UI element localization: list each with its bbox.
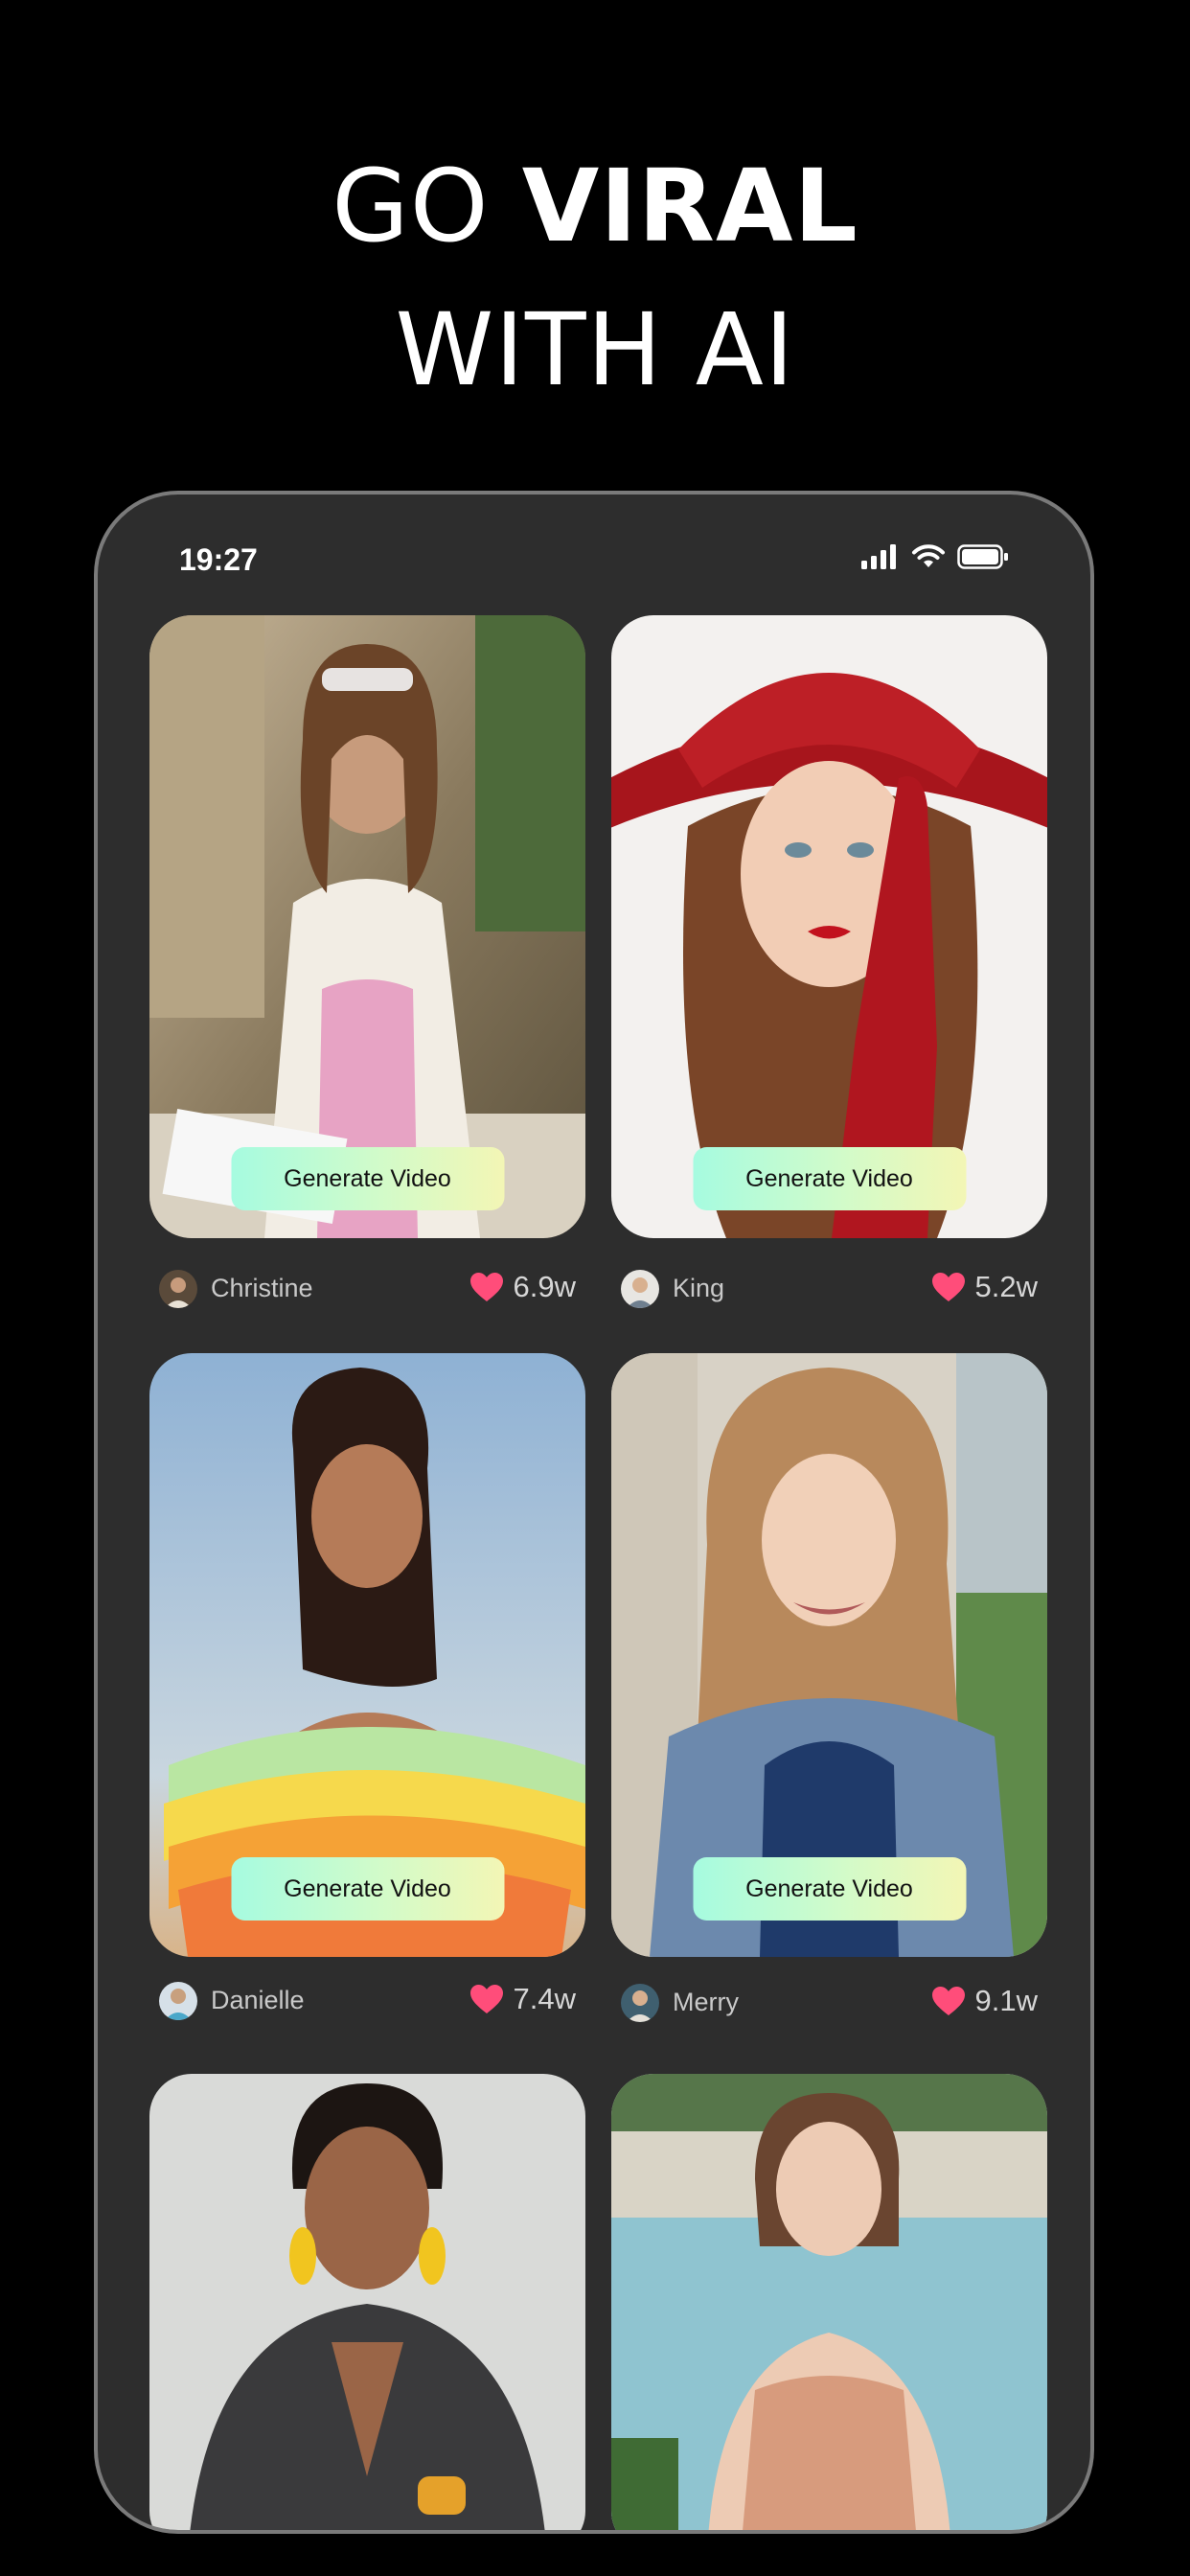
creator-name[interactable]: Christine — [211, 1274, 313, 1303]
portrait-image — [611, 2074, 1047, 2530]
photo-card-6[interactable] — [611, 2074, 1047, 2530]
generate-video-button[interactable]: Generate Video — [693, 1857, 966, 1920]
avatar[interactable] — [159, 1270, 197, 1308]
like-counter[interactable]: 5.2w — [931, 1270, 1038, 1304]
generate-video-button[interactable]: Generate Video — [231, 1857, 504, 1920]
wifi-icon — [912, 544, 945, 567]
photo-card-5[interactable] — [149, 2074, 585, 2530]
generate-video-button[interactable]: Generate Video — [693, 1147, 966, 1210]
status-icons — [861, 544, 1009, 569]
headline-line-1: GO VIRAL — [0, 134, 1190, 278]
generate-video-button[interactable]: Generate Video — [231, 1147, 504, 1210]
avatar[interactable] — [621, 1270, 659, 1308]
avatar[interactable] — [159, 1982, 197, 2020]
portrait-image — [149, 615, 585, 1238]
headline-line-2: WITH AI — [395, 291, 795, 408]
portrait-image — [611, 615, 1047, 1238]
battery-icon — [957, 544, 1008, 569]
card-meta: King 5.2w — [611, 1264, 1047, 1312]
status-bar: 19:27 — [98, 533, 1090, 590]
creator-name[interactable]: Danielle — [211, 1986, 305, 2015]
creator-name[interactable]: Merry — [673, 1988, 739, 2017]
heart-icon[interactable] — [469, 1272, 504, 1302]
like-counter[interactable]: 6.9w — [469, 1270, 576, 1304]
headline: GO VIRAL WITH AI — [0, 134, 1190, 422]
like-count: 6.9w — [513, 1270, 576, 1303]
card-christine[interactable]: Generate Video Christine 6.9w — [149, 615, 585, 1344]
headline-bold-text: VIRAL — [521, 148, 858, 264]
like-counter[interactable]: 9.1w — [931, 1984, 1038, 2018]
photo-christine[interactable]: Generate Video — [149, 615, 585, 1238]
card-meta: Danielle 7.4w — [149, 1976, 585, 2024]
card-king[interactable]: Generate Video King 5.2w — [611, 615, 1047, 1344]
heart-icon[interactable] — [931, 1272, 966, 1302]
card-meta: Merry 9.1w — [611, 1978, 1047, 2026]
heart-icon[interactable] — [469, 1984, 504, 2014]
card-6[interactable] — [611, 2074, 1047, 2530]
like-count: 5.2w — [974, 1270, 1038, 1303]
card-merry[interactable]: Generate Video Merry 9.1w — [611, 1353, 1047, 2053]
creator-name[interactable]: King — [673, 1274, 724, 1303]
avatar[interactable] — [621, 1984, 659, 2022]
card-danielle[interactable]: Generate Video Danielle 7.4w — [149, 1353, 585, 2053]
signal-icon — [861, 544, 896, 569]
card-5[interactable] — [149, 2074, 585, 2530]
photo-danielle[interactable]: Generate Video — [149, 1353, 585, 1957]
heart-icon[interactable] — [931, 1986, 966, 2016]
photo-king[interactable]: Generate Video — [611, 615, 1047, 1238]
like-counter[interactable]: 7.4w — [469, 1982, 576, 2016]
photo-merry[interactable]: Generate Video — [611, 1353, 1047, 1957]
like-count: 9.1w — [974, 1984, 1038, 2017]
like-count: 7.4w — [513, 1982, 576, 2015]
headline-light-text: GO — [332, 148, 522, 264]
status-time: 19:27 — [179, 542, 258, 577]
phone-mockup: 19:27 Generate Video Christine 6.9w Gene… — [94, 491, 1094, 2534]
portrait-image — [149, 2074, 585, 2530]
card-meta: Christine 6.9w — [149, 1264, 585, 1312]
